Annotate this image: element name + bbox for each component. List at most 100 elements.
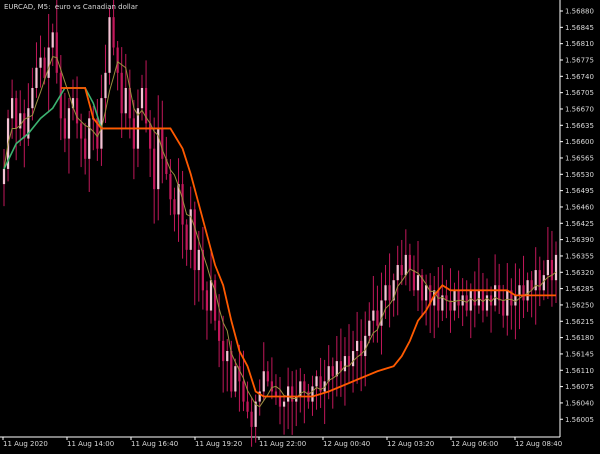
price-tick-label: 1.56775 — [565, 56, 594, 64]
orange-indicator-line — [60, 87, 556, 398]
candle-body — [189, 209, 192, 250]
candle-body — [84, 138, 87, 159]
candle-body — [31, 87, 34, 109]
candle-body — [218, 320, 221, 341]
candle-body — [453, 290, 456, 311]
candle-body — [197, 249, 200, 271]
price-tick-label: 1.56880 — [565, 8, 594, 16]
candle-body — [457, 290, 460, 306]
candle-body — [116, 47, 119, 73]
candle-body — [242, 381, 245, 402]
candle-body — [262, 371, 265, 392]
candle-body — [15, 98, 18, 129]
candle-body — [469, 290, 472, 311]
candle-body — [63, 118, 66, 139]
price-chart[interactable]: 1.56880 1.56845 1.56810 1.56775 1.56740 1.567… — [0, 0, 600, 450]
price-tick-label: 1.56600 — [565, 138, 594, 146]
candle-body — [181, 184, 184, 225]
price-tick-label: 1.56110 — [565, 367, 594, 375]
candle-body — [449, 300, 452, 311]
candle-body — [388, 285, 391, 301]
candle-body — [518, 285, 521, 296]
candle-body — [473, 290, 476, 306]
candle-body — [550, 259, 554, 281]
price-tick-label: 1.56040 — [565, 399, 594, 407]
time-tick-label: 12 Aug 00:40 — [323, 440, 370, 448]
candle-body — [303, 381, 306, 392]
price-tick-label: 1.56495 — [565, 187, 594, 195]
candle-body — [213, 280, 217, 321]
price-tick-label: 1.56810 — [565, 40, 594, 48]
candle-body — [343, 356, 347, 372]
candle-body — [266, 371, 269, 382]
candle-body — [104, 72, 107, 99]
time-tick-label: 12 Aug 03:20 — [387, 440, 434, 448]
candle-body — [331, 366, 334, 377]
candle-body — [384, 285, 387, 301]
candle-body — [372, 310, 375, 321]
candle-body — [408, 254, 411, 271]
candle-body — [108, 17, 111, 73]
candle-body — [534, 270, 537, 291]
candle-body — [88, 118, 91, 159]
candle-body — [149, 123, 152, 149]
time-tick-label: 12 Aug 08:40 — [515, 440, 562, 448]
price-tick-label: 1.56390 — [565, 236, 594, 244]
candle-body — [80, 123, 83, 139]
price-tick-label: 1.56530 — [565, 171, 594, 179]
candle-body — [404, 254, 407, 276]
candle-body — [124, 87, 127, 114]
candle-body — [230, 351, 233, 392]
candle-body — [185, 224, 188, 250]
price-tick-label: 1.56215 — [565, 318, 594, 326]
candle-body — [368, 320, 371, 336]
candle-body — [376, 310, 379, 326]
symbol-label: EURCAD, — [4, 3, 36, 11]
candle-body — [416, 275, 420, 291]
price-tick-label: 1.56320 — [565, 269, 594, 277]
price-tick-label: 1.56565 — [565, 154, 594, 162]
timeframe-label: M5: — [37, 3, 51, 11]
candle-body — [554, 254, 558, 281]
candle-body — [522, 285, 525, 301]
candle-body — [2, 168, 6, 185]
time-tick-label: 12 Aug 06:00 — [451, 440, 498, 448]
candle-body — [437, 290, 440, 311]
chart-window[interactable]: EURCAD, M5: euro vs Canadian dollar 1.56… — [0, 0, 600, 450]
price-tick-label: 1.56355 — [565, 252, 594, 260]
candle-body — [161, 128, 164, 159]
candle-body — [173, 199, 176, 215]
candle-body — [23, 113, 26, 139]
candle-body — [246, 401, 249, 412]
price-tick-label: 1.56845 — [565, 24, 594, 32]
chart-title: EURCAD, M5: euro vs Canadian dollar — [4, 3, 138, 11]
price-tick-label: 1.56425 — [565, 220, 594, 228]
candle-body — [327, 366, 330, 382]
candle-body — [222, 340, 225, 362]
candle-body — [291, 386, 294, 402]
price-tick-label: 1.56460 — [565, 203, 594, 211]
candle-body — [270, 381, 273, 392]
candle-body — [412, 270, 416, 291]
candle-body — [396, 265, 399, 281]
price-tick-label: 1.56145 — [565, 350, 594, 358]
fast-ma-line — [3, 56, 557, 408]
candle-body — [226, 351, 229, 362]
price-tick-label: 1.56635 — [565, 122, 594, 130]
candle-body — [400, 265, 403, 276]
price-tick-label: 1.56740 — [565, 73, 594, 81]
candle-body — [120, 72, 123, 114]
candle-body — [47, 47, 50, 78]
candle-body — [502, 300, 505, 316]
candle-body — [485, 295, 489, 311]
candle-body — [287, 386, 290, 402]
candle-body — [494, 285, 497, 306]
candle-body — [11, 98, 14, 119]
candle-body — [356, 340, 359, 352]
time-tick-label: 11 Aug 14:00 — [67, 440, 114, 448]
time-tick-label: 11 Aug 19:20 — [195, 440, 242, 448]
candle-body — [364, 335, 367, 357]
candle-body — [35, 67, 38, 88]
candle-body — [538, 270, 541, 291]
price-tick-label: 1.56180 — [565, 334, 594, 342]
